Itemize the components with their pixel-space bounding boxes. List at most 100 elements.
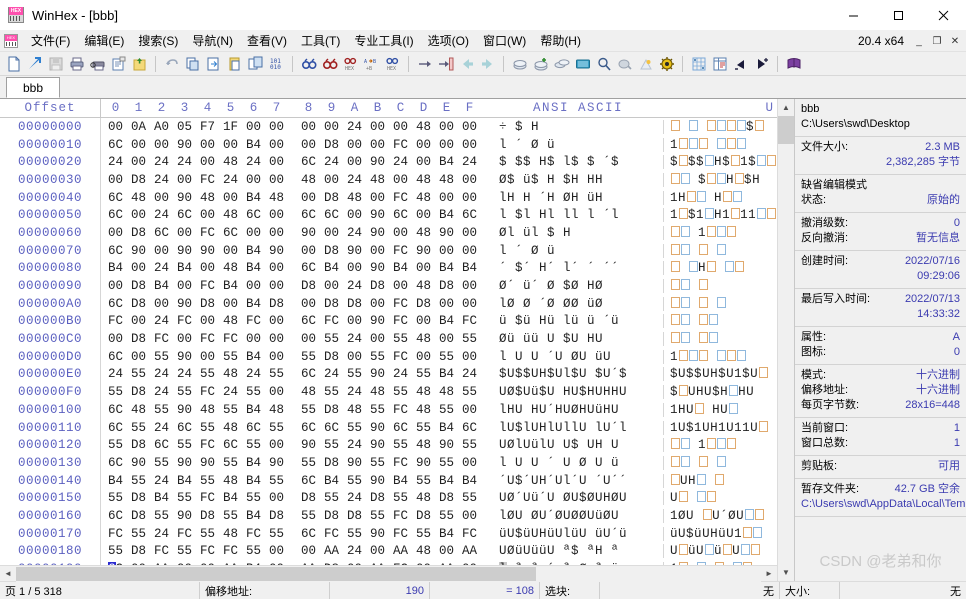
hex-byte[interactable]: 48 — [219, 474, 242, 488]
hex-byte[interactable]: 90 — [366, 474, 389, 488]
hex-byte[interactable]: 6C — [219, 226, 242, 240]
menu-edit[interactable]: 编辑(E) — [77, 30, 131, 51]
hex-byte[interactable]: D8 — [297, 491, 320, 505]
open-file-icon[interactable] — [24, 53, 45, 74]
hex-byte[interactable]: B4 — [435, 367, 458, 381]
hex-byte[interactable]: 00 — [343, 314, 366, 328]
hex-row-unicode[interactable]: U — [663, 491, 777, 506]
hex-byte[interactable]: 6C — [389, 208, 412, 222]
hex-byte[interactable]: D8 — [435, 279, 458, 293]
hex-byte[interactable]: D8 — [127, 385, 150, 399]
hex-byte[interactable]: 48 — [412, 491, 435, 505]
hex-byte[interactable]: 55 — [127, 527, 150, 541]
hex-byte[interactable]: 55 — [412, 421, 435, 435]
hex-byte[interactable]: 00 — [389, 120, 412, 134]
hex-byte[interactable]: B4 — [320, 261, 343, 275]
hex-byte[interactable]: FC — [219, 332, 242, 346]
hex-byte[interactable]: B4 — [435, 208, 458, 222]
hex-byte[interactable]: 55 — [242, 544, 265, 558]
hex-row-unicode[interactable]: $ H $H — [663, 172, 777, 187]
hex-byte[interactable]: 55 — [366, 509, 389, 523]
hex-row-ansi[interactable]: Ø$ ü$ H $H HH — [493, 173, 663, 187]
hex-byte[interactable]: F7 — [196, 120, 219, 134]
hex-byte[interactable]: 55 — [343, 527, 366, 541]
hex-byte[interactable]: B4 — [242, 261, 265, 275]
hex-byte[interactable]: B4 — [219, 491, 242, 505]
hex-byte[interactable]: 00 — [242, 279, 265, 293]
hex-byte[interactable]: D8 — [127, 438, 150, 452]
hex-byte[interactable]: 00 — [242, 173, 265, 187]
hex-byte[interactable]: 0A — [127, 120, 150, 134]
menu-options[interactable]: 选项(O) — [421, 30, 476, 51]
hex-byte[interactable]: B4 — [104, 261, 127, 275]
hex-byte[interactable]: D8 — [127, 226, 150, 240]
clipboard-paste-icon[interactable] — [224, 53, 245, 74]
menu-file[interactable]: 文件(F) — [24, 30, 77, 51]
hex-byte[interactable]: 6C — [104, 350, 127, 364]
hex-byte[interactable]: 90 — [173, 138, 196, 152]
hex-byte[interactable]: 48 — [196, 403, 219, 417]
hex-byte[interactable]: 55 — [173, 385, 196, 399]
hex-byte[interactable]: 00 — [435, 297, 458, 311]
hex-byte[interactable]: 00 — [219, 191, 242, 205]
hex-row-ansi[interactable]: üU$üUHüUlüU üU´ü — [493, 527, 663, 541]
hex-byte[interactable]: 90 — [366, 208, 389, 222]
hex-byte[interactable]: 00 — [297, 138, 320, 152]
hex-row[interactable]: 00000080 B4 00 24 B4 00 48 B4 00 6C B4 00 90 B4 00 B4 B4… — [0, 259, 777, 278]
hex-row-unicode[interactable]: $ $$ H$ 1$ — [663, 155, 777, 170]
hex-byte[interactable]: 6C — [458, 421, 481, 435]
hex-byte[interactable]: 6C — [219, 438, 242, 452]
hex-row[interactable]: 00000120 55 D8 6C 55 FC 6C 55 00 90 55 24 90 55 48 90 55… — [0, 436, 777, 455]
hex-byte[interactable]: D8 — [320, 191, 343, 205]
hex-byte[interactable]: 6C — [104, 403, 127, 417]
hex-byte[interactable]: 00 — [127, 208, 150, 222]
hex-byte[interactable]: 90 — [173, 403, 196, 417]
hex-byte[interactable]: 24 — [104, 367, 127, 381]
hex-byte[interactable]: 24 — [343, 544, 366, 558]
hex-byte[interactable]: AA — [320, 544, 343, 558]
hex-row[interactable]: 00000160 6C D8 55 90 D8 55 B4 D8 55 D8 D8 55 FC D8 55 00… — [0, 507, 777, 525]
horizontal-scroll-thumb[interactable] — [16, 566, 536, 581]
hex-row-bytes[interactable]: 6C 90 00 90 90 00 B4 90 00 D8 90 00 FC 90 00 00 — [101, 244, 493, 258]
hex-byte[interactable]: D8 — [127, 544, 150, 558]
print-preview-icon[interactable] — [87, 53, 108, 74]
hex-byte[interactable]: 6C — [297, 527, 320, 541]
print-icon[interactable] — [66, 53, 87, 74]
hex-byte[interactable]: 48 — [196, 191, 219, 205]
hex-byte[interactable]: FC — [242, 527, 265, 541]
hex-byte[interactable]: 55 — [104, 438, 127, 452]
hex-byte[interactable]: 6C — [297, 421, 320, 435]
hex-byte[interactable]: 00 — [389, 279, 412, 293]
hex-byte[interactable]: 00 — [173, 173, 196, 187]
hex-byte[interactable]: 6C — [297, 155, 320, 169]
hex-byte[interactable]: 48 — [366, 173, 389, 187]
hex-byte[interactable]: 48 — [219, 155, 242, 169]
hex-byte[interactable]: 00 — [412, 350, 435, 364]
hex-byte[interactable]: FC — [196, 173, 219, 187]
hex-row[interactable]: 00000050 6C 00 24 6C 00 48 6C 00 6C 6C 00 90 6C 00 B4 6C… — [0, 206, 777, 225]
hex-byte[interactable]: 24 — [219, 173, 242, 187]
hex-byte[interactable]: 90 — [173, 509, 196, 523]
hex-byte[interactable]: 48 — [343, 403, 366, 417]
hex-byte[interactable]: 24 — [242, 367, 265, 381]
hex-byte[interactable]: 55 — [297, 509, 320, 523]
hex-byte[interactable]: 90 — [366, 527, 389, 541]
hex-byte[interactable]: 00 — [435, 544, 458, 558]
hex-byte[interactable]: B4 — [150, 279, 173, 293]
hex-byte[interactable]: 00 — [196, 314, 219, 328]
hex-byte[interactable]: FC — [458, 527, 481, 541]
hex-byte[interactable]: 90 — [343, 456, 366, 470]
hex-byte[interactable]: 00 — [343, 138, 366, 152]
save-file-icon[interactable] — [45, 53, 66, 74]
hex-byte[interactable]: D8 — [320, 456, 343, 470]
hex-byte[interactable]: B4 — [435, 527, 458, 541]
replace-text-icon[interactable]: HEX — [382, 53, 403, 74]
hex-byte[interactable]: 6C — [458, 208, 481, 222]
hex-byte[interactable]: 00 — [265, 438, 288, 452]
hex-byte[interactable]: 24 — [343, 332, 366, 346]
hex-byte[interactable]: 00 — [366, 191, 389, 205]
hex-byte[interactable]: 00 — [389, 226, 412, 240]
scroll-right-arrow[interactable]: ► — [761, 569, 777, 578]
hex-byte[interactable]: FC — [196, 491, 219, 505]
hex-byte[interactable]: 00 — [265, 138, 288, 152]
